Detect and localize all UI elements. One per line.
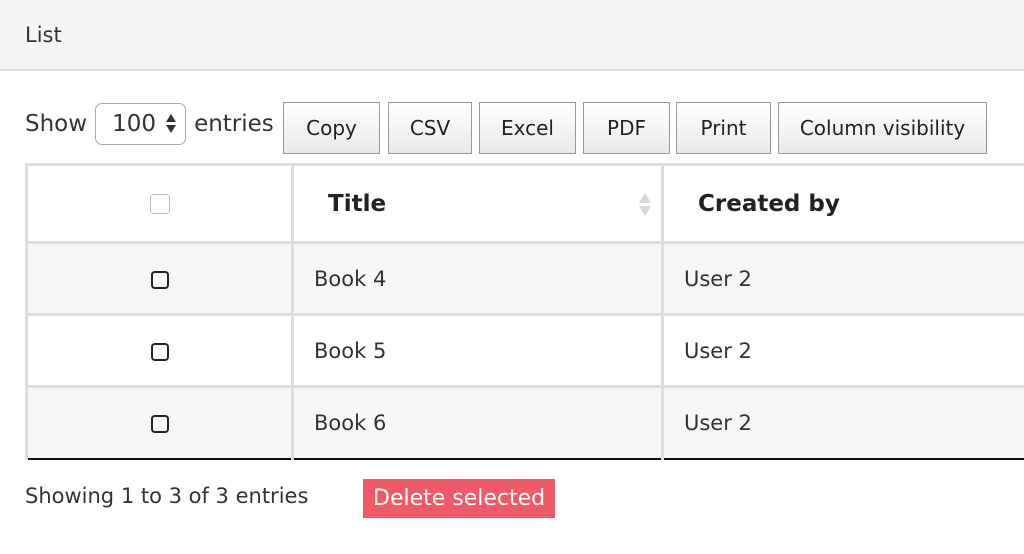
show-label: Show (25, 111, 88, 137)
table-row: Book 5 User 2 (25, 313, 1024, 388)
title-cell: Book 6 (291, 385, 664, 460)
excel-button[interactable]: Excel (479, 102, 576, 154)
select-arrows-icon (166, 114, 177, 136)
column-header-created-by-label: Created by (698, 190, 840, 217)
data-table: Title Created by Book 4 User 2 Book 5 Us… (25, 163, 1024, 460)
table-header-row: Title Created by (25, 163, 1024, 244)
table-info: Showing 1 to 3 of 3 entries (25, 484, 309, 508)
created-by-cell: User 2 (661, 313, 1024, 388)
column-visibility-button[interactable]: Column visibility (778, 102, 987, 154)
select-all-header (25, 163, 294, 244)
entries-label: entries (194, 111, 274, 137)
print-button[interactable]: Print (676, 102, 771, 154)
created-by-cell: User 2 (661, 385, 1024, 460)
column-header-title[interactable]: Title (291, 163, 664, 244)
sort-icon (639, 193, 651, 219)
column-header-title-label: Title (328, 190, 387, 217)
csv-button[interactable]: CSV (388, 102, 472, 154)
column-header-created-by[interactable]: Created by (661, 163, 1024, 244)
pdf-button[interactable]: PDF (583, 102, 670, 154)
copy-button[interactable]: Copy (283, 102, 380, 154)
entries-select[interactable]: 100 (95, 103, 187, 145)
row-checkbox[interactable] (150, 342, 169, 361)
row-checkbox[interactable] (150, 414, 169, 433)
table-row: Book 6 User 2 (25, 385, 1024, 460)
entries-select-value: 100 (112, 111, 156, 137)
row-select-cell (25, 385, 294, 460)
created-by-cell: User 2 (661, 241, 1024, 316)
length-menu: Show 100 entries (25, 102, 274, 146)
row-select-cell (25, 241, 294, 316)
panel-heading: List (0, 0, 1024, 71)
delete-selected-button[interactable]: Delete selected (363, 479, 556, 518)
table-row: Book 4 User 2 (25, 241, 1024, 316)
title-cell: Book 4 (291, 241, 664, 316)
panel-title: List (25, 23, 62, 47)
select-all-checkbox[interactable] (149, 194, 170, 214)
row-select-cell (25, 313, 294, 388)
title-cell: Book 5 (291, 313, 664, 388)
row-checkbox[interactable] (150, 270, 169, 289)
